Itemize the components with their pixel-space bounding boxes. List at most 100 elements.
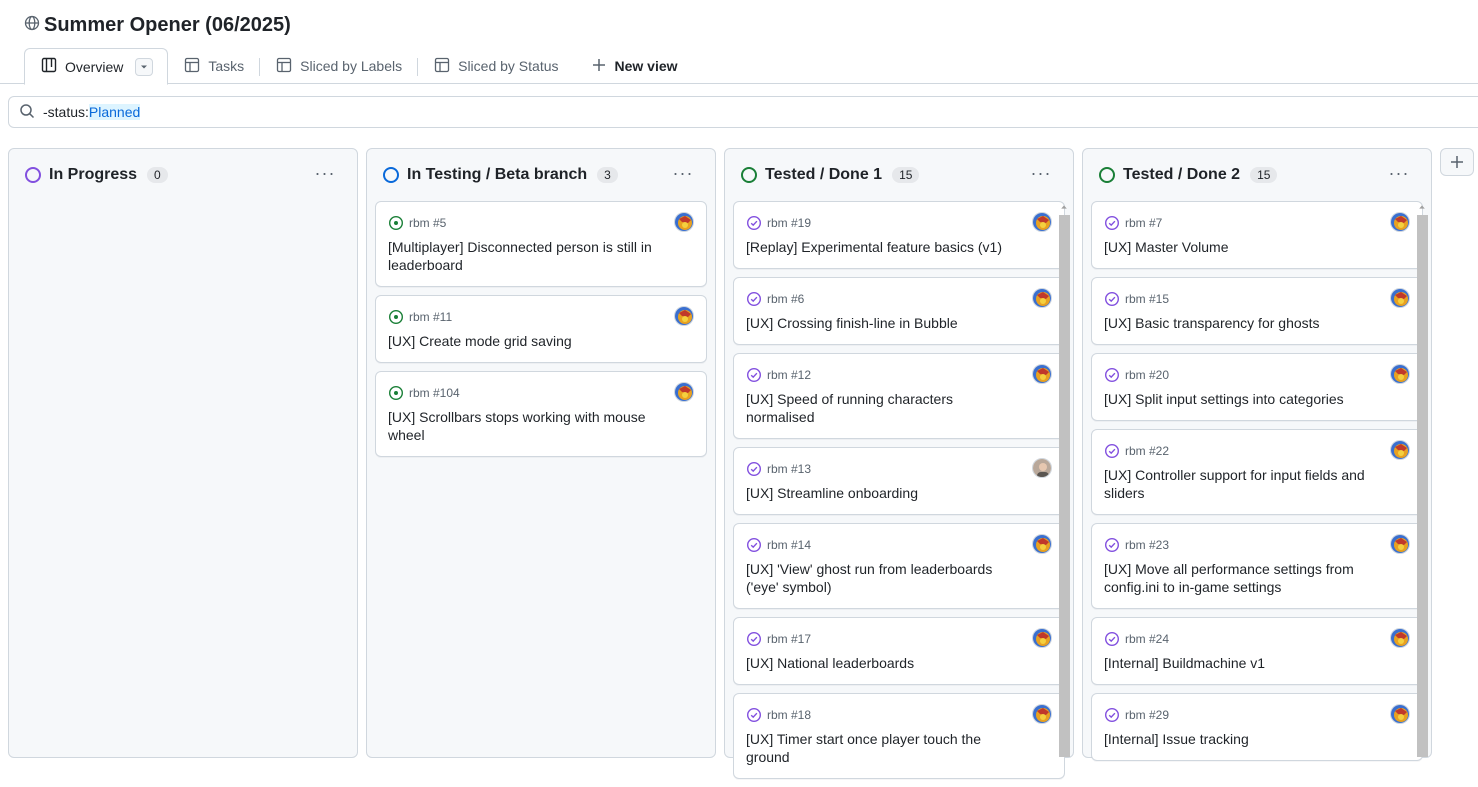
issue-number[interactable]: rbm #29 — [1125, 708, 1169, 722]
assignee-avatar[interactable] — [1390, 288, 1410, 308]
issue-number[interactable]: rbm #13 — [767, 462, 811, 476]
card-list: rbm #19 [Replay] Experimental feature bas… — [733, 201, 1065, 787]
issue-title[interactable]: [Multiplayer] Disconnected person is sti… — [388, 238, 666, 274]
column-menu-button[interactable]: ··· — [309, 159, 341, 187]
assignee-avatar[interactable] — [674, 306, 694, 326]
scroll-up-arrow-icon[interactable] — [1057, 201, 1071, 213]
issue-title[interactable]: [UX] Controller support for input fields… — [1104, 466, 1382, 502]
issue-title[interactable]: [Internal] Issue tracking — [1104, 730, 1382, 748]
issue-card[interactable]: rbm #7 [UX] Master Volume — [1091, 201, 1423, 269]
issue-closed-icon — [746, 631, 762, 647]
issue-title[interactable]: [UX] Master Volume — [1104, 238, 1382, 256]
issue-card[interactable]: rbm #29 [Internal] Issue tracking — [1091, 693, 1423, 761]
issue-card[interactable]: rbm #12 [UX] Speed of running characters … — [733, 353, 1065, 439]
tab-overview[interactable]: Overview — [24, 48, 169, 85]
issue-title[interactable]: [UX] Streamline onboarding — [746, 484, 1024, 502]
column-header: Tested / Done 2 15 ··· — [1099, 163, 1415, 185]
issue-title[interactable]: [UX] Create mode grid saving — [388, 332, 666, 350]
issue-closed-icon — [1104, 367, 1120, 383]
issue-number[interactable]: rbm #104 — [409, 386, 460, 400]
issue-number[interactable]: rbm #17 — [767, 632, 811, 646]
view-options-dropdown[interactable] — [135, 57, 154, 76]
issue-title[interactable]: [UX] Scrollbars stops working with mouse… — [388, 408, 666, 444]
assignee-avatar[interactable] — [1032, 212, 1052, 232]
issue-number[interactable]: rbm #12 — [767, 368, 811, 382]
issue-number[interactable]: rbm #23 — [1125, 538, 1169, 552]
assignee-avatar[interactable] — [1390, 364, 1410, 384]
issue-number[interactable]: rbm #7 — [1125, 216, 1162, 230]
column-menu-button[interactable]: ··· — [1383, 159, 1415, 187]
column-menu-button[interactable]: ··· — [667, 159, 699, 187]
issue-closed-icon — [1104, 707, 1120, 723]
column-scrollbar[interactable] — [1415, 201, 1429, 757]
scroll-thumb[interactable] — [1417, 215, 1428, 757]
issue-card[interactable]: rbm #17 [UX] National leaderboards — [733, 617, 1065, 685]
issue-number[interactable]: rbm #19 — [767, 216, 811, 230]
status-circle-icon — [741, 167, 757, 183]
tab-label: Sliced by Status — [458, 58, 559, 74]
issue-title[interactable]: [UX] Split input settings into categorie… — [1104, 390, 1382, 408]
column-header: In Testing / Beta branch 3 ··· — [383, 163, 699, 185]
issue-title[interactable]: [UX] 'View' ghost run from leaderboards … — [746, 560, 1024, 596]
assignee-avatar[interactable] — [1390, 212, 1410, 232]
column-scrollbar[interactable] — [1057, 201, 1071, 757]
issue-title[interactable]: [UX] Timer start once player touch the g… — [746, 730, 1024, 766]
scroll-thumb[interactable] — [1059, 215, 1070, 757]
issue-number[interactable]: rbm #6 — [767, 292, 804, 306]
issue-title[interactable]: [UX] National leaderboards — [746, 654, 1024, 672]
issue-card[interactable]: rbm #13 [UX] Streamline onboarding — [733, 447, 1065, 515]
issue-card[interactable]: rbm #104 [UX] Scrollbars stops working wi… — [375, 371, 707, 457]
issue-number[interactable]: rbm #22 — [1125, 444, 1169, 458]
issue-number[interactable]: rbm #14 — [767, 538, 811, 552]
assignee-avatar[interactable] — [1390, 534, 1410, 554]
add-column-button[interactable] — [1440, 148, 1474, 176]
table-icon — [276, 57, 292, 76]
assignee-avatar[interactable] — [1032, 704, 1052, 724]
issue-number[interactable]: rbm #5 — [409, 216, 446, 230]
issue-card[interactable]: rbm #19 [Replay] Experimental feature bas… — [733, 201, 1065, 269]
issue-title[interactable]: [UX] Crossing finish-line in Bubble — [746, 314, 1024, 332]
issue-card[interactable]: rbm #23 [UX] Move all performance setting… — [1091, 523, 1423, 609]
issue-card[interactable]: rbm #18 [UX] Timer start once player touc… — [733, 693, 1065, 779]
assignee-avatar[interactable] — [1390, 628, 1410, 648]
issue-number[interactable]: rbm #24 — [1125, 632, 1169, 646]
issue-card[interactable]: rbm #11 [UX] Create mode grid saving — [375, 295, 707, 363]
column-menu-button[interactable]: ··· — [1025, 159, 1057, 187]
assignee-avatar[interactable] — [1032, 534, 1052, 554]
issue-card[interactable]: rbm #15 [UX] Basic transparency for ghost… — [1091, 277, 1423, 345]
assignee-avatar[interactable] — [1032, 458, 1052, 478]
tab-sliced-by-status[interactable]: Sliced by Status — [418, 48, 574, 84]
tab-sliced-by-labels[interactable]: Sliced by Labels — [260, 48, 419, 84]
tab-tasks[interactable]: Tasks — [168, 48, 260, 84]
issue-card[interactable]: rbm #22 [UX] Controller support for input… — [1091, 429, 1423, 515]
card-meta: rbm #22 — [1104, 442, 1382, 460]
issue-title[interactable]: [Replay] Experimental feature basics (v1… — [746, 238, 1024, 256]
new-view-button[interactable]: New view — [575, 48, 694, 84]
assignee-avatar[interactable] — [1390, 440, 1410, 460]
issue-open-icon — [388, 309, 404, 325]
issue-card[interactable]: rbm #6 [UX] Crossing finish-line in Bubbl… — [733, 277, 1065, 345]
issue-card[interactable]: rbm #5 [Multiplayer] Disconnected person … — [375, 201, 707, 287]
assignee-avatar[interactable] — [1032, 288, 1052, 308]
filter-input[interactable]: -status:Planned — [8, 96, 1478, 128]
assignee-avatar[interactable] — [674, 382, 694, 402]
issue-card[interactable]: rbm #20 [UX] Split input settings into ca… — [1091, 353, 1423, 421]
column-title: Tested / Done 2 — [1123, 166, 1241, 183]
scroll-up-arrow-icon[interactable] — [1415, 201, 1429, 213]
issue-number[interactable]: rbm #15 — [1125, 292, 1169, 306]
issue-number[interactable]: rbm #18 — [767, 708, 811, 722]
assignee-avatar[interactable] — [1032, 628, 1052, 648]
issue-card[interactable]: rbm #14 [UX] 'View' ghost run from leader… — [733, 523, 1065, 609]
issue-number[interactable]: rbm #11 — [409, 310, 452, 324]
issue-title[interactable]: [UX] Basic transparency for ghosts — [1104, 314, 1382, 332]
issue-title[interactable]: [Internal] Buildmachine v1 — [1104, 654, 1382, 672]
issue-card[interactable]: rbm #24 [Internal] Buildmachine v1 — [1091, 617, 1423, 685]
assignee-avatar[interactable] — [674, 212, 694, 232]
assignee-avatar[interactable] — [1032, 364, 1052, 384]
card-meta: rbm #6 — [746, 290, 1024, 308]
issue-number[interactable]: rbm #20 — [1125, 368, 1169, 382]
card-meta: rbm #5 — [388, 214, 666, 232]
assignee-avatar[interactable] — [1390, 704, 1410, 724]
issue-title[interactable]: [UX] Speed of running characters normali… — [746, 390, 1024, 426]
issue-title[interactable]: [UX] Move all performance settings from … — [1104, 560, 1382, 596]
